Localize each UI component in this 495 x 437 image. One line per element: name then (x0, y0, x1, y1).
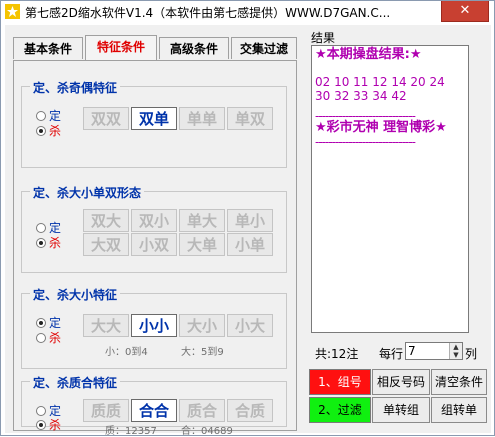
radio-circle (36, 419, 46, 430)
tab-basic-conditions[interactable]: 基本条件 (13, 37, 83, 59)
odd-even-group: 定、杀奇偶特征 定 杀 双双 双单 单单 单双 (21, 79, 287, 168)
odd-even-btn-danshuang[interactable]: 单双 (227, 107, 273, 130)
radio-circle (36, 222, 46, 233)
form-btn-xiaodan[interactable]: 小单 (227, 233, 273, 256)
radio-circle (36, 317, 46, 328)
results-divider-bottom: ------------------------------ (315, 137, 416, 147)
size-big-hint: 大：5到9 (181, 347, 224, 358)
radio-label: 定 (49, 316, 62, 330)
radio-label: 杀 (49, 418, 62, 432)
odd-even-group-title: 定、杀奇偶特征 (30, 79, 121, 96)
group-to-single-button[interactable]: 组转单 (431, 397, 487, 423)
results-slogan: ★彩市无神 理智博彩★ (315, 120, 447, 135)
odd-even-kill-radio[interactable]: 杀 (36, 122, 61, 139)
per-row-spinner[interactable]: 7 ▲ ▼ (405, 342, 463, 360)
radio-circle (36, 237, 46, 248)
per-row-label: 每行 (379, 347, 404, 361)
prime-hint: 质：12357 (105, 426, 157, 437)
form-btn-dashuang[interactable]: 大双 (83, 233, 129, 256)
spinner-arrows-icon[interactable]: ▲ ▼ (449, 343, 462, 359)
radio-circle (36, 332, 46, 343)
feature-conditions-panel: 定、杀奇偶特征 定 杀 双双 双单 单单 单双 定、杀大小单双形态 定 杀 双大… (13, 60, 297, 437)
single-to-group-button[interactable]: 单转组 (372, 397, 430, 423)
per-row-unit: 列 (465, 347, 478, 361)
composite-hint: 合：04689 (181, 426, 233, 437)
odd-even-btn-dandan[interactable]: 单单 (179, 107, 225, 130)
total-count: 共:12注 (315, 347, 359, 361)
radio-circle (36, 110, 46, 121)
prime-composite-kill-radio[interactable]: 杀 (36, 416, 61, 433)
results-textbox[interactable]: ★本期操盘结果:★ 02 10 11 12 14 20 24 30 32 33 … (311, 45, 469, 333)
radio-label: 杀 (49, 331, 62, 345)
form-btn-dadan[interactable]: 大单 (179, 233, 225, 256)
form-btn-shuangda[interactable]: 双大 (83, 209, 129, 232)
form-btn-xiaoshuang[interactable]: 小双 (131, 233, 177, 256)
pc-btn-hehe[interactable]: 合合 (131, 399, 177, 422)
close-button[interactable]: ✕ (441, 1, 489, 22)
per-row-value: 7 (408, 344, 416, 358)
app-logo-icon (5, 4, 20, 19)
tab-feature-conditions[interactable]: 特征条件 (85, 35, 157, 61)
radio-label: 定 (49, 109, 62, 123)
prime-composite-group-title: 定、杀质合特征 (30, 374, 121, 391)
title-bar: 第七感2D缩水软件V1.4（本软件由第七感提供）WWW.D7GAN.C... ✕ (1, 1, 494, 23)
tab-intersection-filter[interactable]: 交集过滤 (231, 37, 297, 59)
app-window: 第七感2D缩水软件V1.4（本软件由第七感提供）WWW.D7GAN.C... ✕… (0, 0, 495, 437)
odd-even-btn-shuangshuang[interactable]: 双双 (83, 107, 129, 130)
close-icon: ✕ (459, 3, 471, 18)
radio-label: 定 (49, 221, 62, 235)
size-btn-xiaoda[interactable]: 小大 (227, 314, 273, 337)
window-title: 第七感2D缩水软件V1.4（本软件由第七感提供）WWW.D7GAN.C... (25, 6, 391, 20)
size-parity-form-group: 定、杀大小单双形态 定 杀 双大 双小 单大 单小 大双 小双 大单 小单 (21, 184, 287, 273)
form-btn-shuangxiao[interactable]: 双小 (131, 209, 177, 232)
prime-composite-group: 定、杀质合特征 定 杀 质质 合合 质合 合质 质：12357 合：04689 (21, 374, 287, 437)
radio-label: 杀 (49, 124, 62, 138)
radio-circle (36, 405, 46, 416)
pc-btn-zhizhi[interactable]: 质质 (83, 399, 129, 422)
odd-even-btn-shuangdan[interactable]: 双单 (131, 107, 177, 130)
tab-advanced-conditions[interactable]: 高级条件 (159, 37, 229, 59)
filter-button[interactable]: 2、过滤 (309, 397, 371, 423)
pc-btn-zhihe[interactable]: 质合 (179, 399, 225, 422)
form-btn-danda[interactable]: 单大 (179, 209, 225, 232)
size-group-title: 定、杀大小特征 (30, 286, 121, 303)
results-label: 结果 (311, 31, 336, 45)
form-btn-danxiao[interactable]: 单小 (227, 209, 273, 232)
reverse-numbers-button[interactable]: 相反号码 (372, 369, 430, 395)
pc-btn-hezhi[interactable]: 合质 (227, 399, 273, 422)
client-area: 基本条件 特征条件 高级条件 交集过滤 定、杀奇偶特征 定 杀 双双 双单 单单… (5, 25, 491, 437)
group-numbers-button[interactable]: 1、组号 (309, 369, 371, 395)
results-numbers-row1: 02 10 11 12 14 20 24 (315, 75, 445, 89)
size-parity-form-group-title: 定、杀大小单双形态 (30, 184, 145, 201)
size-btn-dada[interactable]: 大大 (83, 314, 129, 337)
size-btn-daxiao[interactable]: 大小 (179, 314, 225, 337)
size-kill-radio[interactable]: 杀 (36, 329, 61, 346)
results-header: ★本期操盘结果:★ (315, 47, 422, 62)
results-spacer (315, 65, 465, 75)
radio-circle (36, 125, 46, 136)
size-group: 定、杀大小特征 定 杀 大大 小小 大小 小大 小：0到4 大：5到9 (21, 286, 287, 369)
size-parity-kill-radio[interactable]: 杀 (36, 234, 61, 251)
size-btn-xiaoxiao[interactable]: 小小 (131, 314, 177, 337)
radio-label: 杀 (49, 236, 62, 250)
size-small-hint: 小：0到4 (105, 347, 148, 358)
results-numbers-row2: 30 32 33 34 42 (315, 89, 407, 103)
results-spacer (315, 103, 465, 111)
clear-conditions-button[interactable]: 清空条件 (431, 369, 487, 395)
